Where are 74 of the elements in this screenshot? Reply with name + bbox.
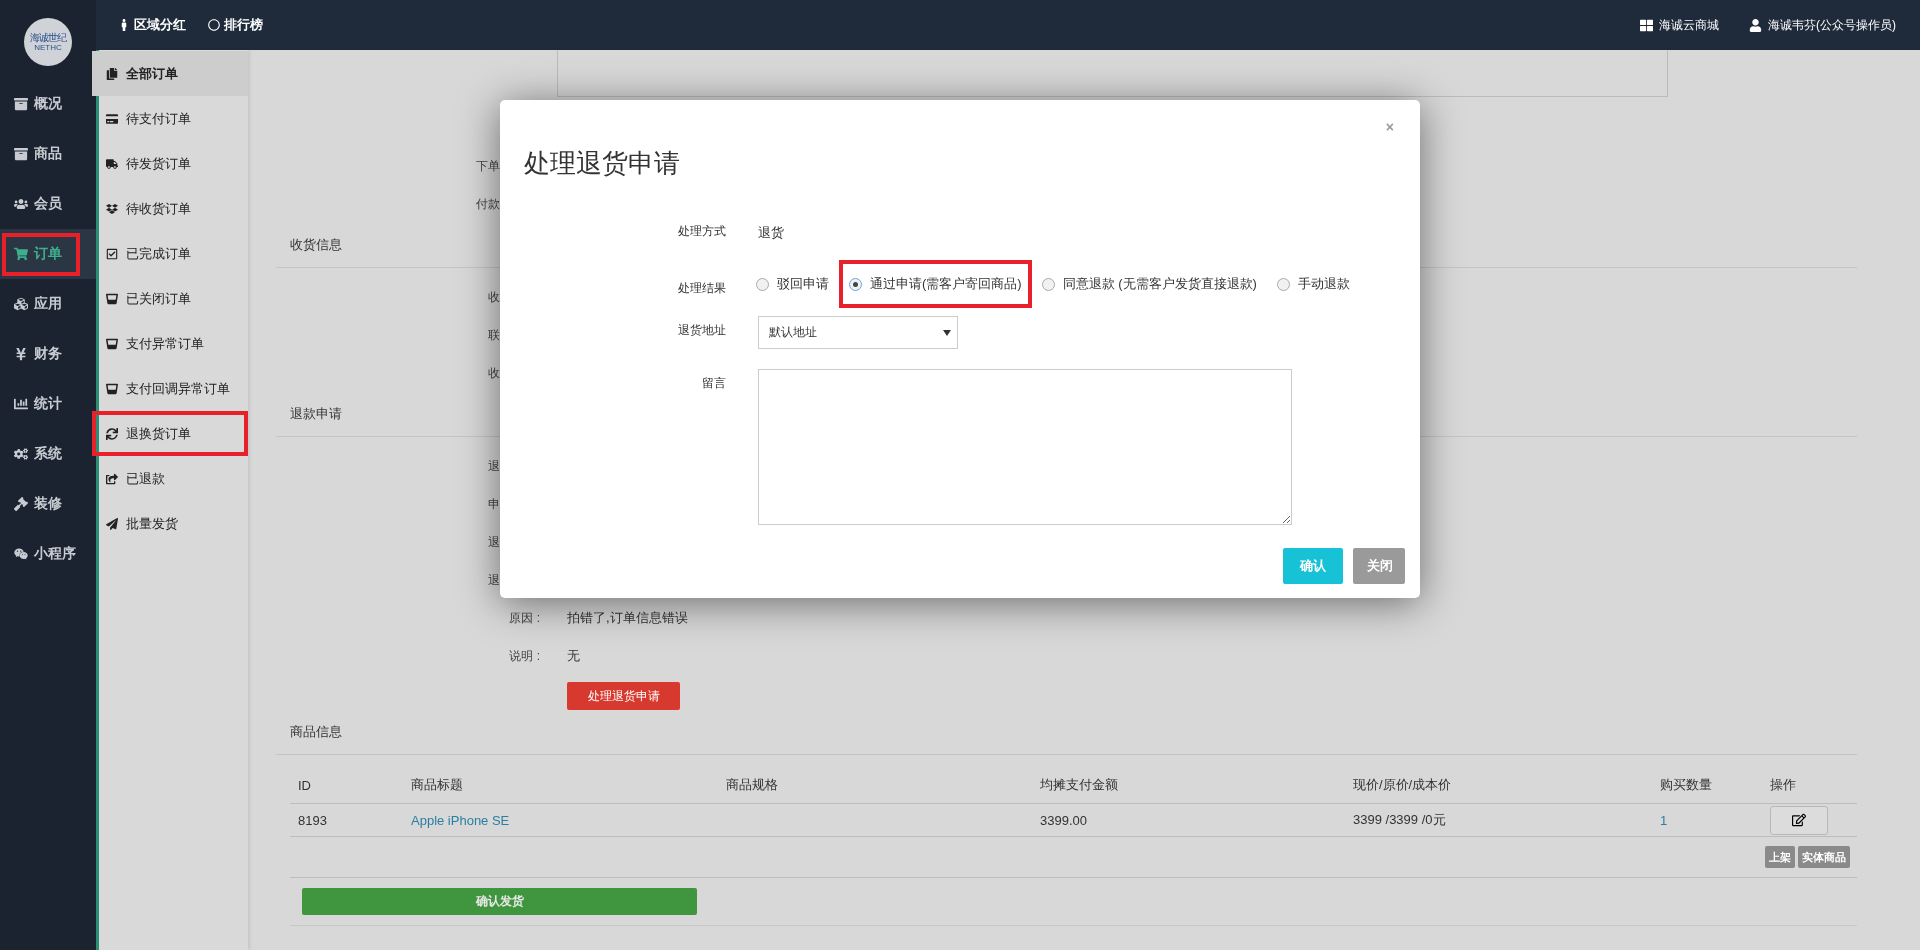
radio-option[interactable]: 通过申请(需客户寄回商品) <box>839 260 1032 308</box>
detail-label: 下单 <box>475 157 500 175</box>
yen-icon <box>14 347 28 361</box>
hammer-icon <box>14 497 28 511</box>
process-return-button[interactable]: 处理退货申请 <box>567 682 680 710</box>
detail-label: 联 <box>487 326 500 344</box>
section-title: 商品信息 <box>290 723 342 741</box>
address-select[interactable]: 默认地址 <box>758 316 958 349</box>
top-link[interactable]: 区域分红 <box>118 16 186 34</box>
refresh-icon <box>106 427 118 440</box>
caret-icon <box>943 329 951 336</box>
detail-label: 申 <box>487 495 500 513</box>
cubes-icon <box>14 297 28 311</box>
message-field[interactable] <box>758 369 1292 525</box>
section-title: 收货信息 <box>290 236 342 254</box>
section-title: 退款申请 <box>290 405 342 423</box>
field-label: 退货地址 <box>677 322 726 339</box>
archive-icon <box>14 147 28 161</box>
archive-icon <box>14 97 28 111</box>
edit-icon <box>1792 813 1806 827</box>
top-link[interactable]: 海诚云商城 <box>1640 16 1719 34</box>
edit-button[interactable] <box>1770 805 1828 835</box>
cup-icon <box>106 337 118 350</box>
column-header: 商品规格 <box>718 767 1032 804</box>
column-header: 现价/原价/成本价 <box>1345 767 1652 804</box>
cart-icon <box>14 247 28 261</box>
truck-icon <box>106 157 118 170</box>
table-cell: 3399.00 <box>1032 804 1345 837</box>
gears-icon <box>14 447 28 461</box>
radio-option[interactable]: 手动退款 <box>1266 260 1360 308</box>
detail-label: 原因 : <box>508 609 540 627</box>
field-label: 处理方式 <box>677 223 726 240</box>
user-icon <box>1749 18 1762 32</box>
checkbox-icon <box>106 247 118 260</box>
grid-icon <box>1640 18 1653 32</box>
users-icon <box>14 197 28 211</box>
column-header: 均摊支付金额 <box>1032 767 1345 804</box>
field-label: 留言 <box>701 375 726 392</box>
detail-label: 退 <box>487 571 500 589</box>
detail-label: 退 <box>487 533 500 551</box>
dialog-title: 处理退货申请 <box>524 147 681 180</box>
field-value: 退货 <box>758 224 784 242</box>
detail-value: 拍错了,订单信息错误 <box>567 609 688 627</box>
logo: 海诚世纪 NETHC <box>24 18 72 66</box>
detail-value: 无 <box>567 647 580 665</box>
column-header: 操作 <box>1762 767 1857 804</box>
table-cell: 3399 /3399 /0元 <box>1345 804 1652 837</box>
detail-label: 收 <box>487 288 500 306</box>
box-icon <box>106 202 118 215</box>
subnav-item[interactable]: 退换货订单 <box>92 411 248 456</box>
top-link[interactable]: 排行榜 <box>208 16 263 34</box>
column-header: ID <box>290 767 403 804</box>
radio-option[interactable]: 同意退款 (无需客户发货直接退款) <box>1031 260 1267 308</box>
detail-label: 付款 <box>475 195 500 213</box>
detail-label: 收 <box>487 364 500 382</box>
nav-item[interactable]: 订单 <box>0 229 96 279</box>
radio-option[interactable]: 驳回申请 <box>746 260 839 308</box>
cup-icon <box>106 382 118 395</box>
paper-plane-icon <box>106 517 118 530</box>
credit-card-icon <box>106 112 118 125</box>
share-icon <box>106 472 118 485</box>
cup-icon <box>106 292 118 305</box>
bar-chart-icon <box>14 397 28 411</box>
top-link[interactable]: 海诚韦芬(公众号操作员) <box>1749 16 1896 34</box>
copy-icon <box>106 67 118 80</box>
chat-icon <box>14 547 28 561</box>
detail-label: 说明 : <box>508 647 540 665</box>
column-header: 商品标题 <box>403 767 718 804</box>
remark-field[interactable] <box>557 50 1668 97</box>
column-header: 购买数量 <box>1652 767 1762 804</box>
subnav-item[interactable]: 全部订单 <box>92 51 248 96</box>
detail-label: 退 <box>487 457 500 475</box>
field-label: 处理结果 <box>677 280 726 297</box>
table-cell: 8193 <box>290 804 403 837</box>
